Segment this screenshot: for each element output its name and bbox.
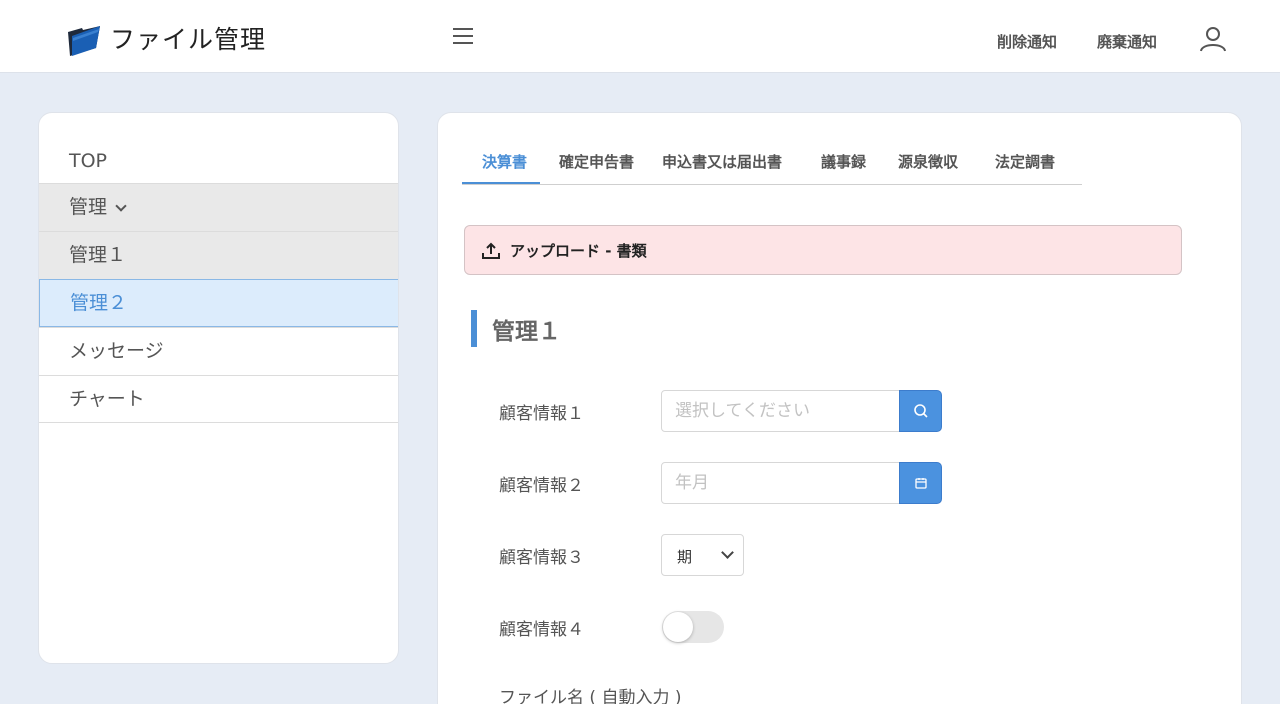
customer-info-2-input[interactable] xyxy=(661,462,900,504)
toggle-knob xyxy=(663,612,693,642)
upload-icon xyxy=(482,242,500,259)
sidebar-item-chart[interactable]: チャート xyxy=(39,375,398,423)
hamburger-menu-icon[interactable] xyxy=(453,28,475,48)
calendar-button[interactable] xyxy=(899,462,942,504)
tab-minutes[interactable]: 議事録 xyxy=(821,151,866,184)
section-accent-bar xyxy=(471,310,477,347)
tab-withholding[interactable]: 源泉徴収 xyxy=(898,151,958,184)
period-select[interactable]: 期 xyxy=(661,534,744,576)
top-header: ファイル管理 削除通知 廃棄通知 xyxy=(0,0,1280,73)
customer-info-1-input[interactable] xyxy=(661,390,900,432)
sidebar-item-label: 管理 xyxy=(69,196,108,218)
search-button[interactable] xyxy=(899,390,942,432)
sidebar-item-top[interactable]: TOP xyxy=(69,150,107,172)
sidebar-item-kanri-1[interactable]: 管理１ xyxy=(39,231,398,279)
app-title[interactable]: ファイル管理 xyxy=(110,20,266,56)
tab-tax-return[interactable]: 確定申告書 xyxy=(559,151,634,184)
chevron-down-icon xyxy=(721,546,734,559)
sidebar-item-messages[interactable]: メッセージ xyxy=(39,327,398,375)
sidebar-item-label: メッセージ xyxy=(69,340,164,362)
user-icon[interactable] xyxy=(1199,25,1227,53)
period-select-value: 期 xyxy=(677,548,693,566)
section-title: 管理１ xyxy=(492,319,561,345)
tab-statutory-reports[interactable]: 法定調書 xyxy=(995,151,1055,184)
field-label-customer-info-1: 顧客情報１ xyxy=(499,404,584,424)
disposal-notice-link[interactable]: 廃棄通知 xyxy=(1097,31,1157,52)
sidebar: TOP 管理 管理１ 管理２ メッセージ チャート xyxy=(38,112,399,664)
tab-application-forms[interactable]: 申込書又は届出書 xyxy=(662,151,782,184)
field-label-customer-info-2: 顧客情報２ xyxy=(499,476,584,496)
chevron-down-icon xyxy=(115,200,127,212)
calendar-icon xyxy=(915,478,927,489)
main-panel: 決算書 確定申告書 申込書又は届出書 議事録 源泉徴収 法定調書 アップロード … xyxy=(437,112,1242,704)
search-icon xyxy=(914,404,928,418)
sidebar-item-kanri[interactable]: 管理 xyxy=(39,183,398,231)
upload-documents-button[interactable]: アップロード - 書類 xyxy=(464,225,1182,275)
field-label-customer-info-4: 顧客情報４ xyxy=(499,620,584,640)
field-label-file-name: ファイル名 ( 自動入力 ) xyxy=(499,688,682,704)
tab-financial-statements[interactable]: 決算書 xyxy=(462,151,540,184)
field-label-customer-info-3: 顧客情報３ xyxy=(499,548,584,568)
sidebar-item-label: 管理２ xyxy=(70,292,128,314)
upload-label: アップロード - 書類 xyxy=(510,242,647,260)
sidebar-item-label: チャート xyxy=(69,388,145,410)
sidebar-item-kanri-2[interactable]: 管理２ xyxy=(39,279,398,327)
customer-info-4-toggle[interactable] xyxy=(662,611,724,643)
delete-notice-link[interactable]: 削除通知 xyxy=(997,31,1057,52)
sidebar-item-label: 管理１ xyxy=(69,244,127,266)
document-tabs: 決算書 確定申告書 申込書又は届出書 議事録 源泉徴収 法定調書 xyxy=(462,149,1082,185)
folder-logo-icon[interactable] xyxy=(66,22,102,58)
